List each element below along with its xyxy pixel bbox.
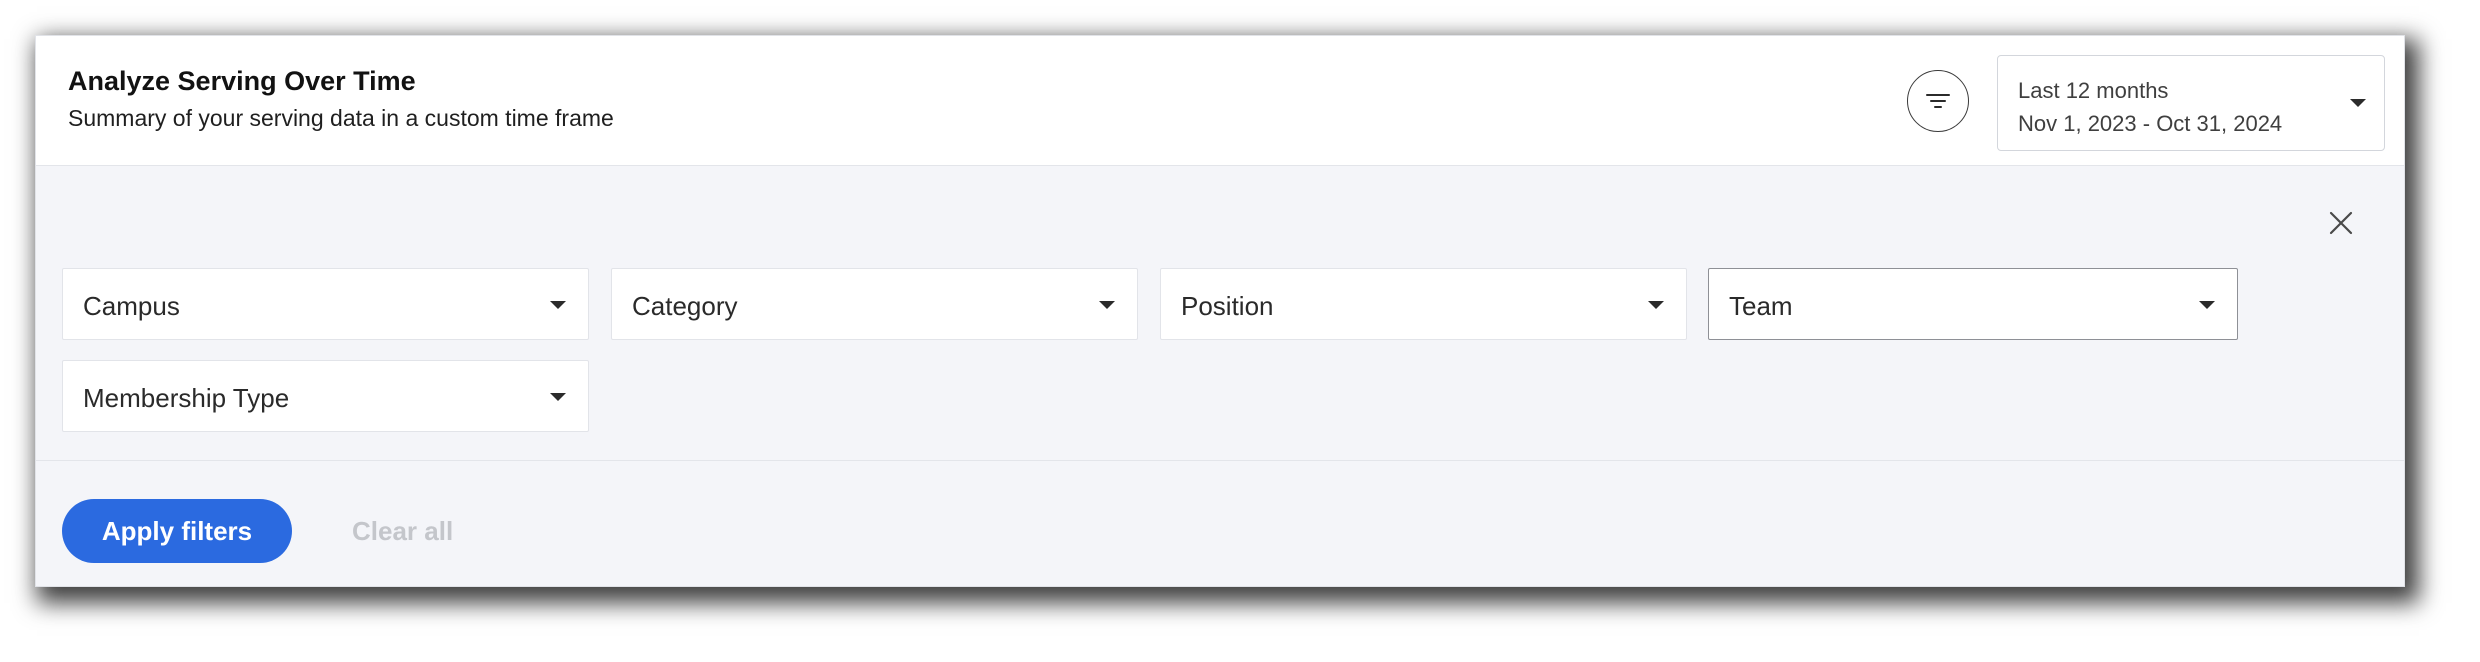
filters-panel: Campus Category Position Team Membership…: [36, 166, 2404, 586]
filter-toggle-button[interactable]: [1907, 70, 1969, 132]
close-icon: [2329, 211, 2353, 235]
page-title: Analyze Serving Over Time: [68, 66, 416, 96]
analyze-serving-card: Analyze Serving Over Time Summary of you…: [35, 35, 2405, 587]
filter-icon: [1926, 94, 1950, 108]
position-select-label: Position: [1181, 291, 1274, 321]
membership-type-select-label: Membership Type: [83, 383, 290, 413]
date-range-select[interactable]: Last 12 months Nov 1, 2023 - Oct 31, 202…: [1997, 55, 2385, 151]
campus-select[interactable]: Campus: [62, 268, 589, 340]
campus-select-label: Campus: [83, 291, 180, 321]
caret-down-icon: [550, 301, 566, 309]
category-select[interactable]: Category: [611, 268, 1138, 340]
position-select[interactable]: Position: [1160, 268, 1687, 340]
date-range-value: Nov 1, 2023 - Oct 31, 2024: [2018, 111, 2283, 136]
caret-down-icon: [550, 393, 566, 401]
membership-type-select[interactable]: Membership Type: [62, 360, 589, 432]
category-select-label: Category: [632, 291, 738, 321]
card-header: Analyze Serving Over Time Summary of you…: [36, 36, 2404, 166]
clear-all-button[interactable]: Clear all: [352, 516, 453, 547]
close-filters-button[interactable]: [2325, 207, 2357, 239]
apply-filters-button[interactable]: Apply filters: [62, 499, 292, 563]
caret-down-icon: [1099, 301, 1115, 309]
caret-down-icon: [1648, 301, 1664, 309]
caret-down-icon: [2199, 301, 2215, 309]
team-select[interactable]: Team: [1708, 268, 2238, 340]
date-range-preset: Last 12 months: [2018, 78, 2169, 103]
divider: [36, 460, 2404, 461]
caret-down-icon: [2350, 99, 2366, 107]
page-subtitle: Summary of your serving data in a custom…: [68, 105, 614, 131]
team-select-label: Team: [1729, 291, 1793, 321]
